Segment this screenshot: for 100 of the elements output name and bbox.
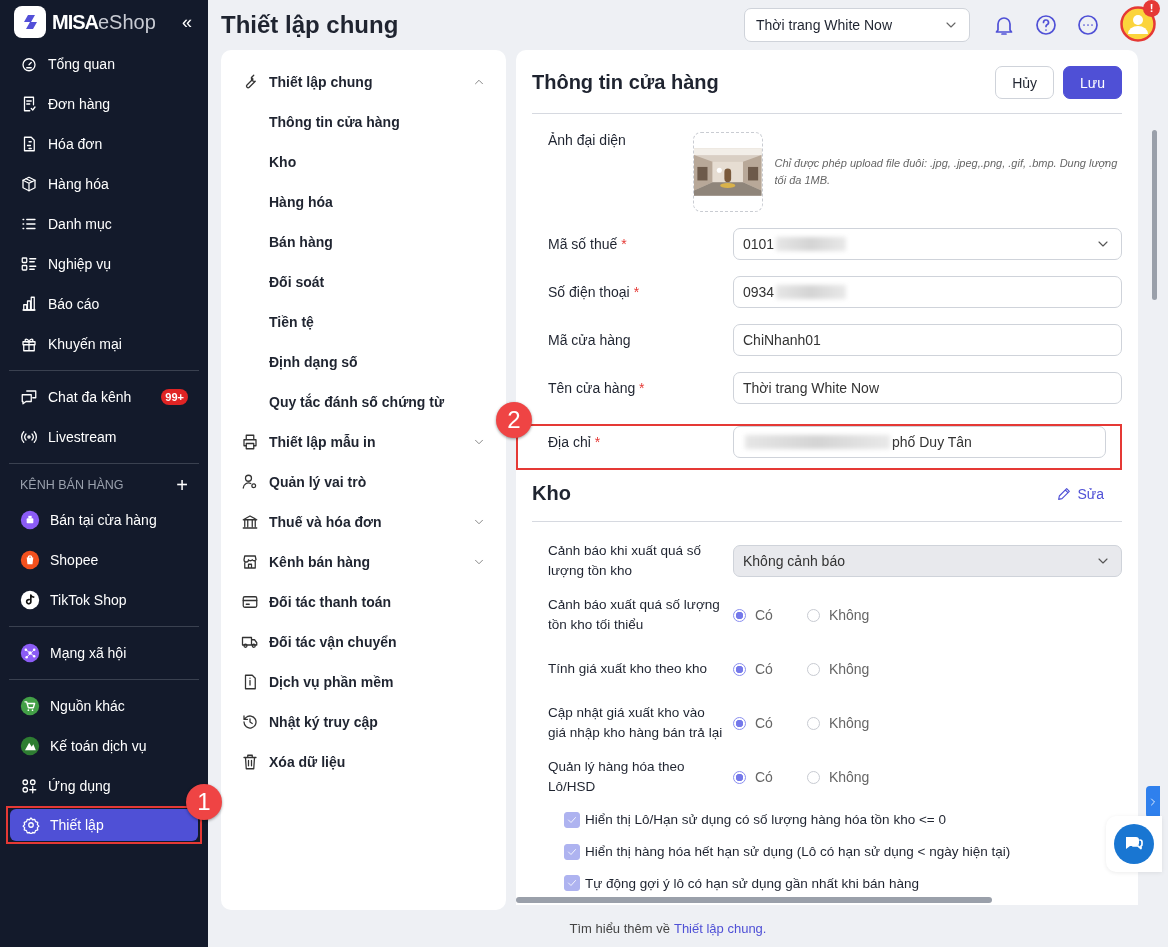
submenu-item[interactable]: Kho — [241, 142, 486, 182]
radio-option[interactable]: Không — [806, 661, 870, 677]
submenu-item[interactable]: Thông tin cửa hàng — [241, 102, 486, 142]
submenu-item[interactable]: Hàng hóa — [241, 182, 486, 222]
sidebar-item[interactable]: Shopee — [8, 544, 111, 576]
settings-icon — [22, 816, 40, 834]
input-field[interactable]: ChiNhanh01 — [733, 324, 1122, 356]
radio-option[interactable]: Có — [733, 607, 773, 623]
help-link[interactable]: Thiết lập chung. — [673, 921, 767, 936]
radio-button[interactable] — [806, 770, 820, 784]
sidebar-item[interactable]: Livestream — [8, 421, 129, 453]
count-badge: 99+ — [161, 389, 188, 405]
menu-item[interactable]: Xóa dữ liệu — [241, 742, 486, 782]
expand-button[interactable] — [1146, 786, 1160, 818]
menu-item[interactable]: Dịch vụ phần mềm — [241, 662, 486, 702]
radio-button[interactable] — [806, 662, 820, 676]
printer-icon — [241, 433, 259, 451]
submenu-item[interactable]: Quy tắc đánh số chứng từ — [241, 382, 486, 422]
field-label: Tên cửa hàng * — [548, 380, 646, 396]
radio-option[interactable]: Có — [733, 661, 773, 677]
sidebar-item[interactable]: Nghiệp vụ — [8, 248, 124, 280]
page-title: Thiết lập chung — [221, 11, 400, 39]
trash-icon — [241, 753, 259, 771]
setting-label: Cập nhật giá xuất kho vào giá nhập kho hàng bán trả lại — [548, 704, 724, 742]
history-icon — [241, 713, 259, 731]
select-field[interactable]: Không cảnh báo — [733, 545, 1122, 577]
sidebar-item[interactable]: Bán tại cửa hàng — [8, 504, 169, 536]
broadcast-icon — [20, 428, 38, 446]
submenu-item[interactable]: Đối soát — [241, 262, 486, 302]
radio-button[interactable] — [733, 716, 746, 730]
sidebar-item[interactable]: Nguồn khác — [8, 690, 137, 722]
storefront-icon — [241, 553, 259, 571]
sidebar-item[interactable]: Báo cáo — [8, 288, 112, 320]
sidebar-item[interactable]: Thiết lập — [10, 809, 198, 841]
radio-option[interactable]: Không — [806, 769, 870, 785]
chat-bubbles-icon — [1114, 824, 1154, 864]
field-label: Mã số thuế * — [548, 236, 628, 252]
sidebar-item[interactable]: Ứng dụng — [8, 770, 123, 802]
gauge-icon — [20, 55, 38, 73]
cancel-button[interactable]: Hủy — [995, 66, 1055, 99]
store-select[interactable]: Thời trang White Now — [744, 8, 970, 42]
sidebar-item[interactable]: Mạng xã hội — [8, 637, 139, 669]
section-heading: KÊNH BÁN HÀNG — [20, 478, 124, 492]
add-button[interactable]: + — [176, 473, 188, 497]
menu-item[interactable]: Thiết lập mẫu in — [241, 422, 486, 462]
callout-badge: 1 — [186, 784, 222, 820]
user-gear-icon — [241, 473, 259, 491]
menu-item[interactable]: Nhật ký truy cập — [241, 702, 486, 742]
sidebar-item[interactable]: Hóa đơn — [8, 128, 115, 160]
menu-item[interactable]: Đối tác vận chuyển — [241, 622, 486, 662]
radio-button[interactable] — [806, 608, 820, 622]
radio-option[interactable]: Không — [806, 607, 870, 623]
collapse-button[interactable]: « — [180, 11, 194, 33]
sidebar-item[interactable]: Tổng quan — [8, 48, 127, 80]
menu-item[interactable]: Kênh bán hàng — [241, 542, 486, 582]
input-field[interactable]: Thời trang White Now — [733, 372, 1122, 404]
image-upload[interactable] — [693, 132, 763, 212]
menu-item[interactable]: Đối tác thanh toán — [241, 582, 486, 622]
sidebar-item[interactable]: TikTok Shop — [8, 584, 139, 616]
checklist-icon — [20, 255, 38, 273]
input-field[interactable]: phố Duy Tân — [733, 426, 1106, 458]
submenu-item[interactable]: Bán hàng — [241, 222, 486, 262]
card-icon — [241, 593, 259, 611]
menu-item[interactable]: Thuế và hóa đơn — [241, 502, 486, 542]
menu-item[interactable]: Quản lý vai trò — [241, 462, 486, 502]
submenu-item[interactable]: Tiền tệ — [241, 302, 486, 342]
radio-button[interactable] — [733, 608, 746, 622]
menu-item[interactable]: Thiết lập chung — [241, 62, 486, 102]
more-icon — [1076, 13, 1100, 37]
section-title: Thông tin cửa hàng — [532, 71, 719, 94]
radio-button[interactable] — [806, 716, 820, 730]
radio-option[interactable]: Có — [733, 715, 773, 731]
box-icon — [20, 175, 38, 193]
edit-link[interactable]: Sửa — [1055, 485, 1104, 502]
field-label: Địa chỉ * — [548, 434, 602, 450]
radio-option[interactable]: Có — [733, 769, 773, 785]
sidebar-item[interactable]: Chat đa kênh 99+ — [8, 381, 200, 413]
sidebar-item[interactable]: Đơn hàng — [8, 88, 123, 120]
bank-icon — [241, 513, 259, 531]
sidebar-item[interactable]: Hàng hóa — [8, 168, 121, 200]
submenu-item[interactable]: Định dạng số — [241, 342, 486, 382]
horizontal-scrollbar[interactable] — [516, 897, 992, 903]
sidebar-item[interactable]: Danh mục — [8, 208, 124, 240]
field-label: Ảnh đại diện — [548, 132, 627, 148]
save-button[interactable]: Lưu — [1063, 66, 1122, 99]
sidebar-item[interactable]: Kế toán dịch vụ — [8, 730, 159, 762]
radio-button[interactable] — [733, 770, 746, 784]
chat-button[interactable] — [1106, 816, 1162, 872]
callout-badge: 2 — [496, 402, 532, 438]
setting-label: Tính giá xuất kho theo kho — [548, 660, 709, 678]
input-field[interactable]: 0934 — [733, 276, 1122, 308]
radio-button[interactable] — [733, 662, 746, 676]
field-label: Mã cửa hàng — [548, 332, 632, 348]
select-field[interactable]: 0101 — [733, 228, 1122, 260]
section-title: Kho — [532, 482, 571, 505]
sidebar-item[interactable]: Khuyến mại — [8, 328, 134, 360]
avatar-icon — [1120, 5, 1156, 42]
field-label: Số điện thoại * — [548, 284, 641, 300]
radio-option[interactable]: Không — [806, 715, 870, 731]
pencil-icon — [1055, 485, 1072, 502]
